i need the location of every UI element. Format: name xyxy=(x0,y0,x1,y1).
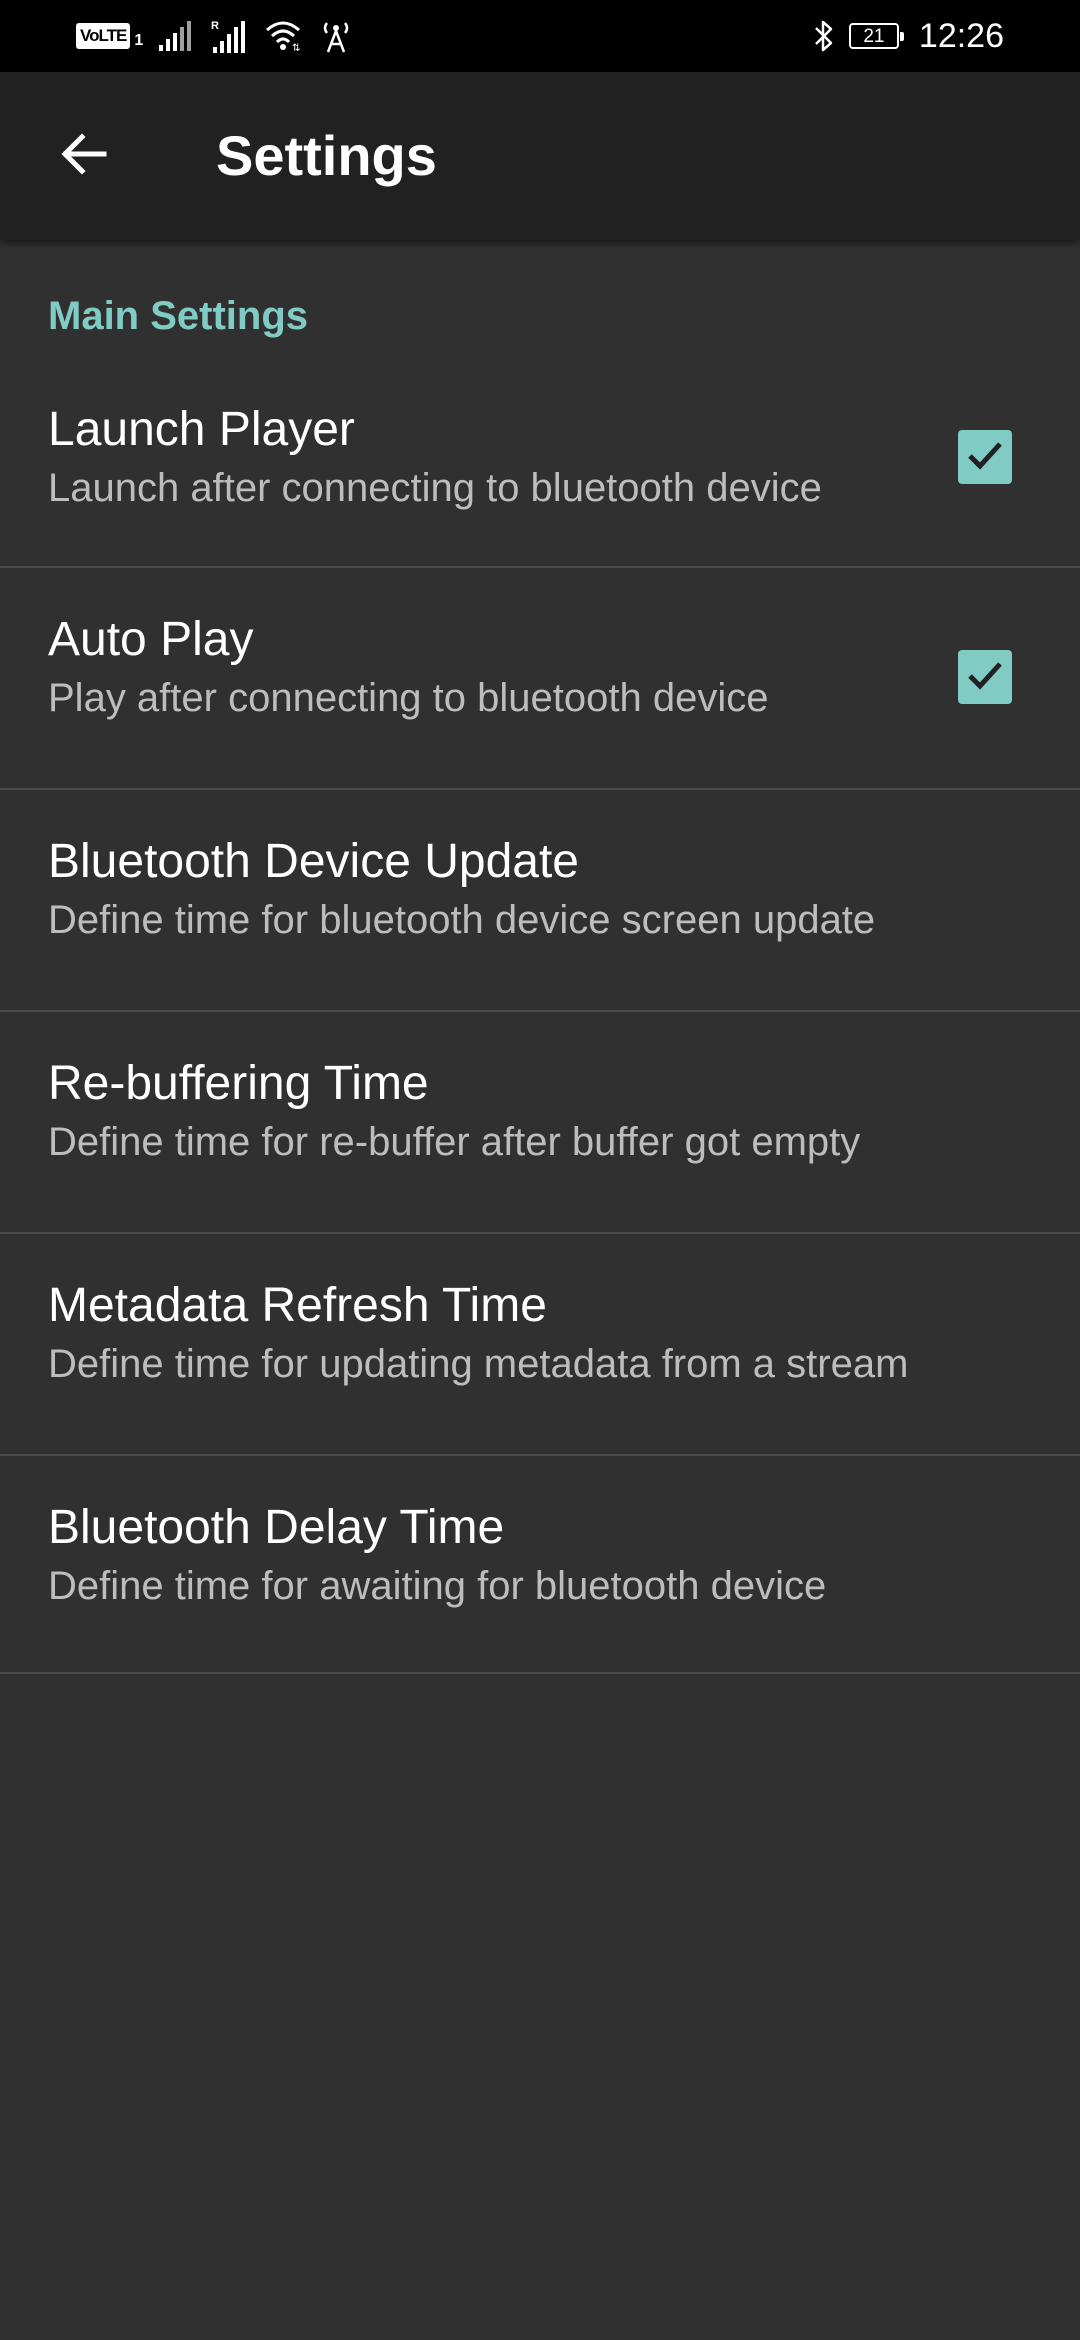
pref-metadata-refresh-time-row[interactable]: Metadata Refresh Time Define time for up… xyxy=(0,1234,1080,1456)
checkmark-icon xyxy=(963,433,1007,482)
app-bar: Settings xyxy=(0,72,1080,240)
clock: 12:26 xyxy=(918,16,1004,55)
pref-title: Re-buffering Time xyxy=(48,1057,429,1110)
pref-bluetooth-delay-time-row[interactable]: Bluetooth Delay Time Define time for awa… xyxy=(0,1456,1080,1674)
signal-roaming-icon: R xyxy=(209,19,249,53)
pref-title: Launch Player xyxy=(48,403,355,456)
status-left-icons: VoLTE 1 R ⇅ xyxy=(76,14,351,58)
launch-player-checkbox[interactable] xyxy=(958,430,1012,484)
pref-summary: Define time for re-buffer after buffer g… xyxy=(48,1120,861,1164)
back-button[interactable] xyxy=(40,112,128,200)
svg-text:R: R xyxy=(211,20,219,32)
settings-list: Main Settings Launch Player Launch after… xyxy=(0,240,1080,360)
signal-icon xyxy=(159,21,193,51)
battery-level: 21 xyxy=(863,25,885,47)
wifi-icon: ⇅ xyxy=(265,20,305,52)
pref-bluetooth-device-update-row[interactable]: Bluetooth Device Update Define time for … xyxy=(0,790,1080,1012)
pref-rebuffering-time-row[interactable]: Re-buffering Time Define time for re-buf… xyxy=(0,1012,1080,1234)
checkmark-icon xyxy=(963,653,1007,702)
volte-icon: VoLTE xyxy=(76,23,131,49)
pref-launch-player-row[interactable]: Launch Player Launch after connecting to… xyxy=(0,360,1080,568)
pref-auto-play-row[interactable]: Auto Play Play after connecting to bluet… xyxy=(0,568,1080,790)
pref-summary: Define time for updating metadata from a… xyxy=(48,1342,909,1386)
pref-title: Bluetooth Delay Time xyxy=(48,1501,505,1554)
bluetooth-icon xyxy=(813,19,835,53)
svg-text:⇅: ⇅ xyxy=(292,43,300,52)
auto-play-checkbox[interactable] xyxy=(958,650,1012,704)
arrow-left-icon xyxy=(56,126,112,187)
status-right-icons: 21 12:26 xyxy=(813,14,1004,58)
pref-summary: Define time for bluetooth device screen … xyxy=(48,898,876,942)
hotspot-icon xyxy=(321,19,351,53)
pref-summary: Launch after connecting to bluetooth dev… xyxy=(48,466,822,510)
battery-icon: 21 xyxy=(848,23,904,49)
pref-title: Bluetooth Device Update xyxy=(48,835,579,888)
sim-indicator: 1 xyxy=(134,32,144,49)
section-header-main-settings: Main Settings xyxy=(48,294,309,338)
pref-title: Auto Play xyxy=(48,613,254,666)
status-bar: VoLTE 1 R ⇅ 21 12:26 xyxy=(0,0,1080,72)
pref-summary: Play after connecting to bluetooth devic… xyxy=(48,676,769,720)
page-title: Settings xyxy=(216,124,437,187)
pref-summary: Define time for awaiting for bluetooth d… xyxy=(48,1564,827,1608)
pref-title: Metadata Refresh Time xyxy=(48,1279,547,1332)
